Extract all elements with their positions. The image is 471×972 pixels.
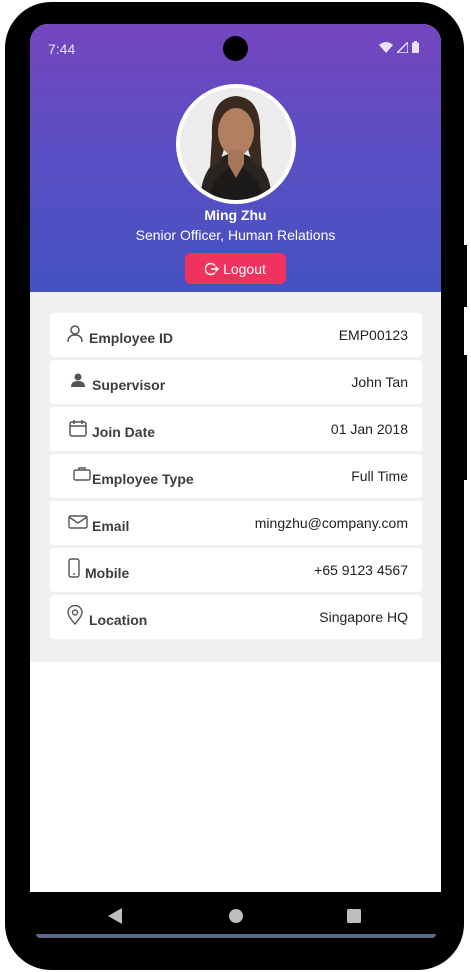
back-icon[interactable] — [108, 908, 122, 924]
avatar — [176, 84, 296, 204]
detail-label: Email — [92, 518, 130, 534]
detail-value: +65 9123 4567 — [314, 562, 408, 578]
status-icons — [379, 41, 419, 53]
logout-label: Logout — [223, 260, 266, 277]
power-button — [463, 355, 467, 480]
detail-row-email: Email mingzhu@company.com — [50, 501, 422, 545]
detail-row-mobile: Mobile +65 9123 4567 — [50, 548, 422, 592]
location-pin-icon — [67, 605, 83, 625]
detail-label: Employee Type — [92, 471, 194, 487]
detail-value: John Tan — [351, 374, 408, 390]
person-outline-icon — [67, 325, 83, 343]
profile-photo — [180, 88, 292, 200]
detail-label: Employee ID — [89, 330, 174, 346]
calendar-icon — [69, 420, 87, 437]
home-icon[interactable] — [228, 908, 244, 924]
status-time: 7:44 — [48, 41, 76, 57]
detail-row-join-date: Join Date 01 Jan 2018 — [50, 407, 422, 451]
recents-icon[interactable] — [347, 909, 361, 923]
detail-value: Singapore HQ — [319, 609, 408, 625]
detail-label: Join Date — [92, 424, 156, 440]
briefcase-icon — [73, 467, 91, 481]
front-camera — [223, 36, 248, 61]
detail-value: EMP00123 — [338, 327, 408, 343]
detail-label: Mobile — [85, 565, 130, 581]
detail-value: 01 Jan 2018 — [330, 421, 408, 437]
detail-row-employee-type: Employee Type Full Time — [50, 454, 422, 498]
profile-header: 7:44 Ming Zhu Senior Officer, Human Rela… — [30, 24, 441, 292]
detail-row-location: Location Singapore HQ — [50, 595, 422, 639]
email-icon — [68, 515, 88, 529]
battery-icon — [412, 41, 419, 53]
detail-value: mingzhu@company.com — [254, 515, 408, 531]
wifi-icon — [379, 41, 393, 53]
profile-name: Ming Zhu — [204, 207, 267, 223]
gesture-bar — [36, 934, 436, 938]
signal-icon — [397, 41, 408, 53]
detail-label: Location — [89, 612, 148, 628]
employee-details: Employee ID EMP00123 Supervisor John Tan… — [30, 292, 441, 662]
logout-icon — [205, 262, 220, 275]
detail-label: Supervisor — [92, 377, 166, 393]
detail-value: Full Time — [351, 468, 408, 484]
screen: 7:44 Ming Zhu Senior Officer, Human Rela… — [30, 24, 441, 892]
detail-row-supervisor: Supervisor John Tan — [50, 360, 422, 404]
volume-button — [463, 245, 467, 307]
status-bar: 7:44 — [30, 24, 441, 68]
logout-button[interactable]: Logout — [185, 253, 286, 284]
detail-row-employee-id: Employee ID EMP00123 — [50, 313, 422, 357]
navigation-bar — [30, 892, 441, 940]
mobile-phone-icon — [68, 558, 80, 578]
person-filled-icon — [71, 373, 85, 387]
profile-title: Senior Officer, Human Relations — [135, 227, 336, 243]
